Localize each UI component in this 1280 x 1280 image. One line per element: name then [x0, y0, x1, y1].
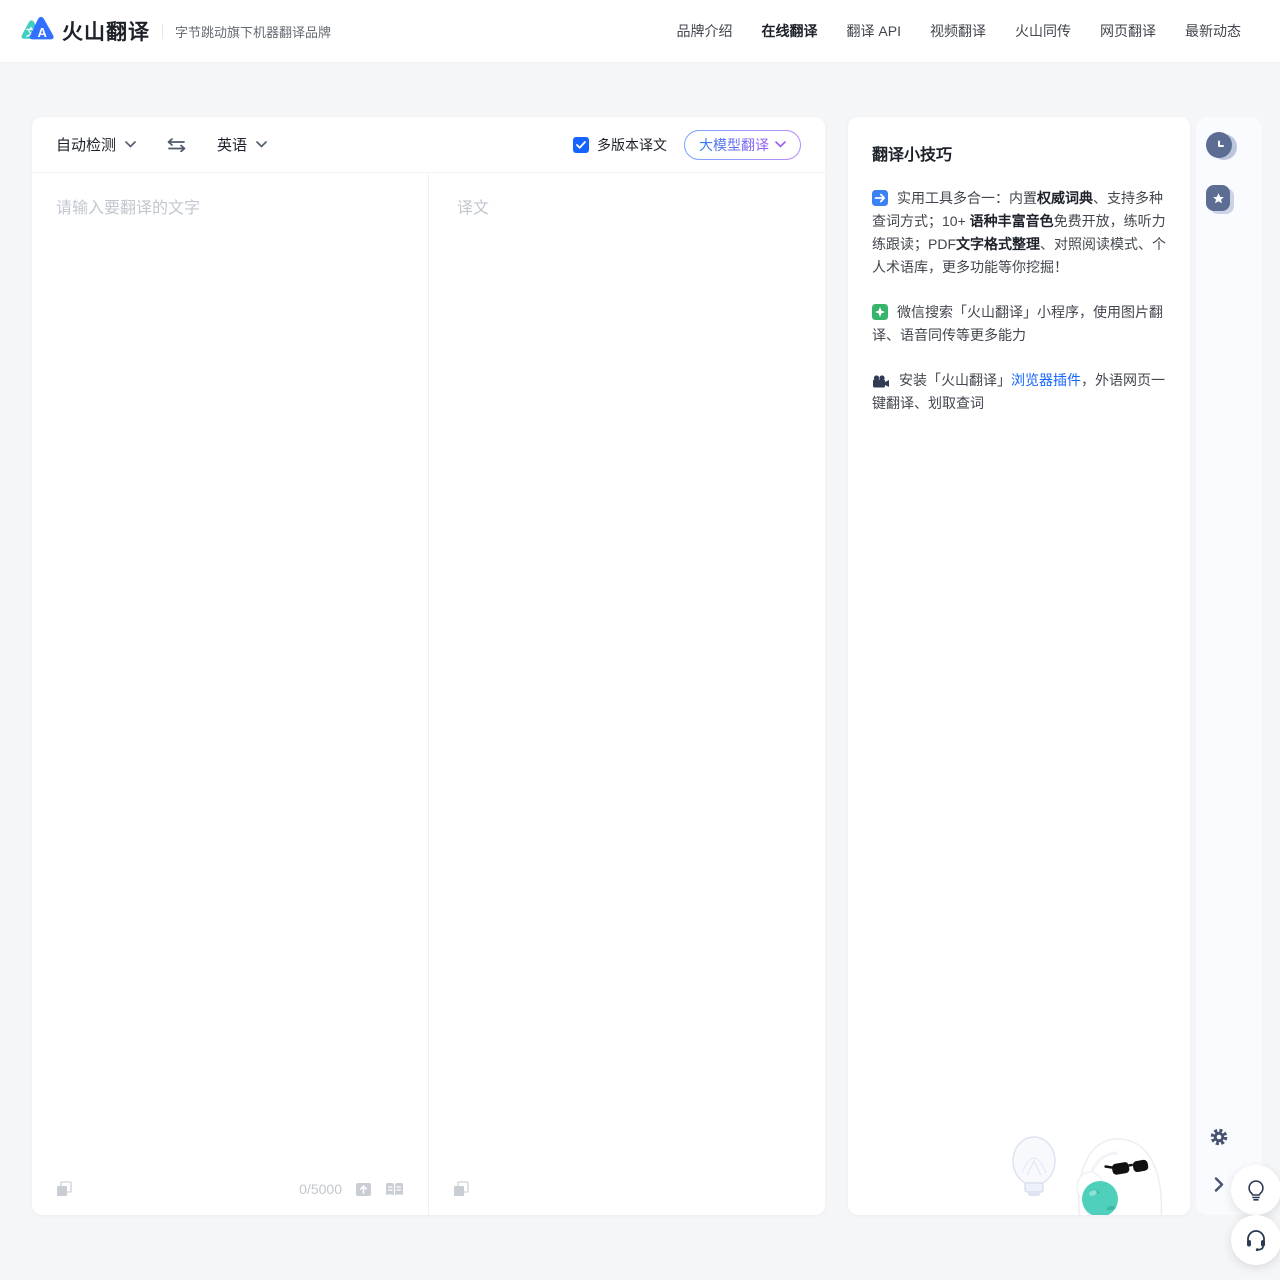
side-rail [1196, 117, 1262, 1215]
favorites-button[interactable] [1206, 185, 1230, 211]
settings-button[interactable] [1206, 1124, 1232, 1150]
translate-body: 0/5000 [32, 173, 825, 1215]
multi-version-checkbox[interactable] [573, 137, 589, 153]
browser-extension-link[interactable]: 浏览器插件 [1011, 372, 1081, 388]
tip-text-bold: 权威词典 [1037, 190, 1093, 206]
tip-text: 微信搜索「火山翻译」小程序，使用图片翻译、语音同传等更多能力 [872, 304, 1163, 343]
copy-icon [56, 1181, 73, 1198]
nav-item-news[interactable]: 最新动态 [1185, 21, 1241, 41]
lightbulb-icon [1244, 1178, 1268, 1202]
source-footer-right: 0/5000 [299, 1181, 404, 1198]
translate-toolbar: 自动检测 英语 多版本译文 大模型翻译 [32, 117, 825, 173]
toolbar-right-group: 多版本译文 大模型翻译 [573, 130, 801, 160]
nav-item-online-translate[interactable]: 在线翻译 [762, 21, 818, 41]
copy-source-button[interactable] [56, 1181, 73, 1198]
chevron-right-icon [1214, 1177, 1224, 1192]
tip-text: 实用工具多合一：内置 [897, 190, 1037, 206]
favorites-star-icon [1212, 192, 1225, 205]
chevron-down-icon [125, 141, 136, 148]
settings-gear-icon [1209, 1127, 1229, 1147]
tip-text-bold: 文字格式整理 [956, 236, 1040, 252]
sparkle-badge-icon [872, 304, 888, 320]
support-headset-button[interactable] [1231, 1215, 1280, 1265]
source-language-label: 自动检测 [56, 134, 116, 155]
swap-arrows-icon [167, 138, 186, 152]
tip-text-bold: 语种丰富音色 [970, 213, 1054, 229]
tip-item-miniprogram: 微信搜索「火山翻译」小程序，使用图片翻译、语音同传等更多能力 [872, 301, 1166, 347]
tip-text: 安装「火山翻译」 [899, 372, 1011, 388]
target-column: 译文 [429, 173, 825, 1215]
target-language-label: 英语 [217, 134, 247, 155]
check-icon [576, 141, 586, 149]
history-clock-icon [1213, 139, 1226, 152]
char-counter: 0/5000 [299, 1181, 342, 1197]
sketch-lightbulb-icon [1013, 1137, 1055, 1196]
source-text-input[interactable] [56, 194, 404, 1171]
tip-item-extension: 安装「火山翻译」浏览器插件，外语网页一键翻译、划取查词 [872, 369, 1166, 415]
target-language-select[interactable]: 英语 [217, 134, 267, 155]
glossary-book-button[interactable] [385, 1182, 404, 1197]
target-text-placeholder: 译文 [457, 194, 797, 1171]
glossary-book-icon [385, 1182, 404, 1197]
upload-document-button[interactable] [355, 1181, 372, 1198]
tips-title: 翻译小技巧 [872, 141, 1166, 165]
tips-toggle-button[interactable] [1231, 1165, 1280, 1215]
top-navbar: 文 A 火山翻译 字节跳动旗下机器翻译品牌 品牌介绍 在线翻译 翻译 API 视… [0, 0, 1280, 63]
source-language-select[interactable]: 自动检测 [56, 134, 136, 155]
target-footer [453, 1171, 801, 1207]
nav-item-web-translate[interactable]: 网页翻译 [1100, 21, 1156, 41]
tip-item-tools: 实用工具多合一：内置权威词典、支持多种查词方式；10+ 语种丰富音色免费开放，练… [872, 187, 1166, 279]
nav-item-simultaneous[interactable]: 火山同传 [1015, 21, 1071, 41]
camera-icon [872, 375, 890, 388]
brand-logo[interactable]: 文 A 火山翻译 字节跳动旗下机器翻译品牌 [16, 14, 331, 48]
logo-divider [162, 24, 163, 39]
main-nav: 品牌介绍 在线翻译 翻译 API 视频翻译 火山同传 网页翻译 最新动态 [677, 21, 1241, 41]
swap-languages-button[interactable] [167, 138, 186, 152]
headset-icon [1244, 1228, 1268, 1252]
translate-panel: 自动检测 英语 多版本译文 大模型翻译 [32, 117, 825, 1215]
llm-translate-button[interactable]: 大模型翻译 [684, 130, 801, 160]
nav-item-brand-intro[interactable]: 品牌介绍 [677, 21, 733, 41]
brand-name: 火山翻译 [62, 16, 150, 46]
chevron-down-icon [256, 141, 267, 148]
mascot-illustration [994, 1113, 1172, 1215]
svg-text:A: A [38, 25, 48, 40]
multi-version-label: 多版本译文 [597, 135, 667, 155]
source-footer: 0/5000 [56, 1171, 404, 1207]
source-column: 0/5000 [32, 173, 428, 1215]
history-button[interactable] [1206, 132, 1232, 158]
collapse-panel-button[interactable] [1206, 1171, 1232, 1197]
main-content: 自动检测 英语 多版本译文 大模型翻译 [32, 117, 1262, 1215]
upload-document-icon [355, 1181, 372, 1198]
nav-item-video-translate[interactable]: 视频翻译 [930, 21, 986, 41]
volcano-translate-logo-icon: 文 A [16, 14, 56, 48]
nav-item-translate-api[interactable]: 翻译 API [847, 21, 901, 41]
tips-panel: 翻译小技巧 实用工具多合一：内置权威词典、支持多种查词方式；10+ 语种丰富音色… [848, 117, 1190, 1215]
llm-translate-label: 大模型翻译 [699, 135, 769, 155]
blob-mascot [1077, 1139, 1161, 1215]
brand-tagline: 字节跳动旗下机器翻译品牌 [175, 22, 331, 41]
copy-icon [453, 1181, 470, 1198]
copy-target-button[interactable] [453, 1181, 470, 1198]
arrow-right-badge-icon [872, 190, 888, 206]
chevron-down-icon [775, 141, 786, 148]
